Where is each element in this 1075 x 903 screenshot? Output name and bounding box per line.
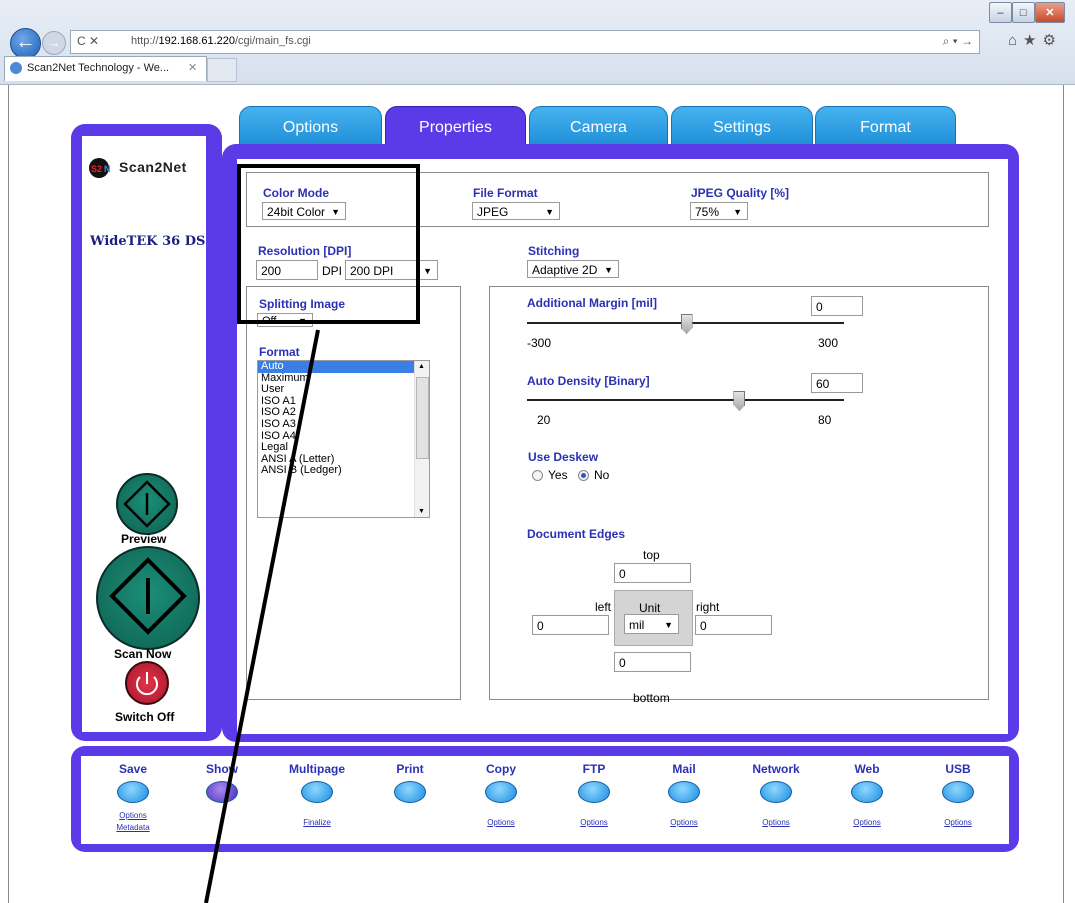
annotation-arrow xyxy=(204,329,320,903)
